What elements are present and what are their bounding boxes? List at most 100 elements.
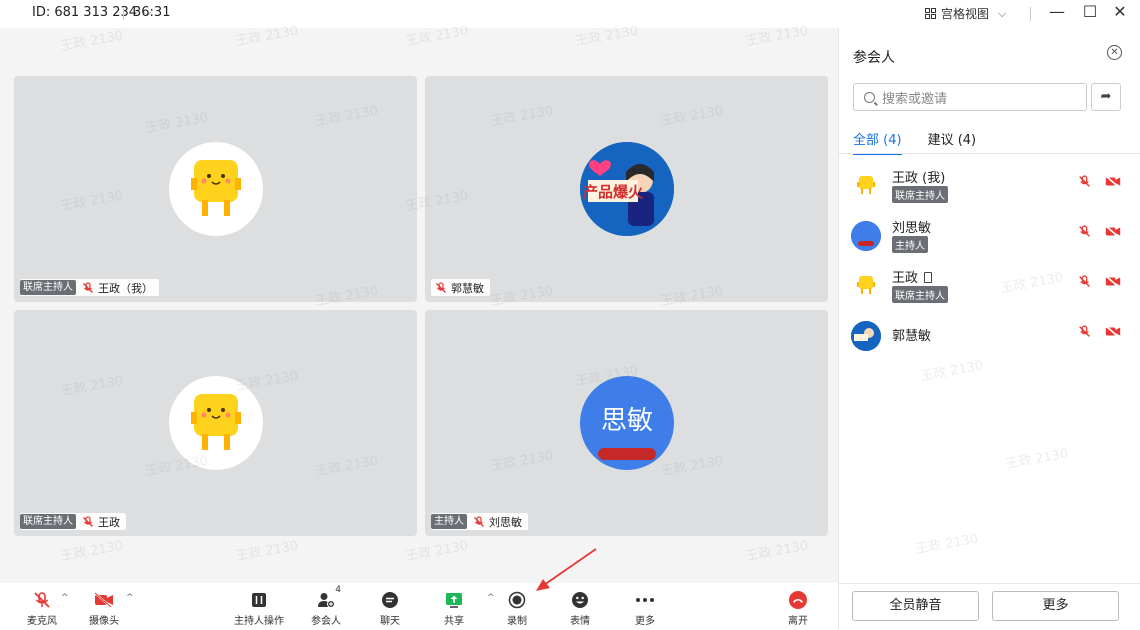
camera-label: 摄像头: [89, 616, 119, 627]
camera-button[interactable]: ^ 摄像头: [76, 589, 134, 627]
title-bar: ID: 681 313 234 ⌵ 36:31 宫格视图 ⌵ — ☐ ✕: [0, 0, 1140, 28]
tile-label: 主持人 刘思敏: [431, 513, 528, 530]
mic-off-icon: [436, 281, 446, 293]
search-placeholder: 搜索或邀请: [882, 91, 948, 107]
role-tag: 主持人: [892, 236, 928, 253]
participants-panel: 参会人 ✕ 搜索或邀请 ➦ 全部 (4) 建议 (4) 王政 (我) 联席主持人: [838, 28, 1140, 630]
divider: [123, 7, 124, 20]
avatar: [851, 221, 881, 251]
leave-icon: [789, 591, 807, 609]
divider: [839, 153, 1140, 154]
close-icon[interactable]: ✕: [1107, 45, 1122, 60]
more-label: 更多: [635, 616, 655, 627]
mic-off-icon[interactable]: [1078, 225, 1091, 238]
participant-row[interactable]: 郭慧敏: [851, 315, 1131, 357]
tab-all[interactable]: 全部 (4): [853, 129, 902, 155]
leave-button[interactable]: 离开: [770, 589, 826, 627]
avatar: [169, 376, 263, 470]
participant-name: 郭慧敏: [451, 281, 484, 295]
video-tile[interactable]: 思敏 主持人 刘思敏: [425, 310, 828, 536]
video-grid: 联席主持人 王政（我） 产品爆火 郭慧敏 联席主持人 王政 思敏 主持人 刘思敏: [0, 28, 838, 583]
divider: [1030, 7, 1031, 21]
participant-name: 刘思敏: [489, 515, 522, 529]
avatar: [851, 271, 881, 301]
panel-tabs: 全部 (4) 建议 (4): [853, 129, 976, 155]
minimize-icon[interactable]: —: [1047, 2, 1067, 21]
share-button[interactable]: ^ 共享: [426, 589, 495, 627]
role-tag: 联席主持人: [20, 280, 76, 295]
chevron-up-icon[interactable]: ^: [126, 593, 134, 603]
participant-name: 王政: [892, 267, 933, 286]
record-icon: [508, 591, 526, 609]
host-ops-button[interactable]: 主持人操作: [231, 589, 287, 627]
participant-row[interactable]: 刘思敏 主持人: [851, 215, 1131, 257]
host-ops-icon: [252, 593, 266, 607]
mic-label: 麦克风: [27, 616, 57, 627]
share-icon: [446, 593, 462, 608]
mute-all-button[interactable]: 全员静音: [852, 591, 979, 621]
leave-label: 离开: [788, 616, 808, 627]
view-switch[interactable]: 宫格视图 ⌵: [925, 5, 1006, 22]
mobile-device-icon: [924, 272, 933, 283]
participant-name: 王政: [98, 515, 120, 529]
avatar: 思敏: [580, 376, 674, 470]
tile-label: 郭慧敏: [431, 279, 490, 296]
video-tile[interactable]: 产品爆火 郭慧敏: [425, 76, 828, 302]
camera-off-icon: [94, 592, 113, 608]
role-tag: 联席主持人: [892, 286, 948, 303]
search-icon: [864, 91, 875, 103]
svg-text:产品爆火: 产品爆火: [583, 183, 644, 201]
avatar-initials: 思敏: [600, 405, 653, 436]
search-input[interactable]: 搜索或邀请: [853, 83, 1087, 111]
mic-off-icon: [34, 592, 50, 608]
participants-icon: [318, 593, 335, 608]
role-tag: 联席主持人: [20, 514, 76, 529]
mic-off-icon[interactable]: [1078, 275, 1091, 288]
participant-row[interactable]: 王政 (我) 联席主持人: [851, 165, 1131, 207]
mic-off-icon[interactable]: [1078, 325, 1091, 338]
chat-label: 聊天: [380, 616, 400, 627]
video-tile[interactable]: 联席主持人 王政: [14, 310, 417, 536]
meeting-timer: 36:31: [133, 5, 171, 20]
role-tag: 主持人: [431, 514, 467, 529]
panel-footer: 全员静音 更多: [839, 583, 1140, 630]
chat-button[interactable]: 聊天: [362, 589, 418, 627]
participant-name-text: 王政: [892, 271, 919, 286]
camera-off-icon[interactable]: [1105, 275, 1121, 288]
mic-off-icon: [83, 515, 93, 527]
tab-suggest[interactable]: 建议 (4): [928, 129, 977, 155]
mic-off-icon: [474, 515, 484, 527]
participant-name: 王政 (我): [892, 171, 946, 186]
avatar: 产品爆火: [580, 142, 674, 236]
participants-button[interactable]: 4 参会人: [298, 585, 354, 627]
panel-more-button[interactable]: 更多: [992, 591, 1119, 621]
host-ops-label: 主持人操作: [234, 616, 284, 627]
video-tile[interactable]: 联席主持人 王政（我）: [14, 76, 417, 302]
chevron-up-icon[interactable]: ^: [61, 593, 69, 603]
annotation-arrow: [536, 548, 597, 591]
participant-name: 郭慧敏: [892, 329, 932, 344]
participant-row[interactable]: 王政 联席主持人: [851, 265, 1131, 307]
participants-label: 参会人: [311, 616, 341, 627]
tile-label: 联席主持人 王政: [20, 513, 126, 530]
avatar: [851, 321, 881, 351]
close-icon[interactable]: ✕: [1110, 2, 1130, 21]
avatar: [169, 142, 263, 236]
participant-name: 王政（我）: [98, 281, 153, 295]
view-switch-label: 宫格视图: [941, 7, 990, 21]
mic-off-icon[interactable]: [1078, 175, 1091, 188]
camera-off-icon[interactable]: [1105, 175, 1121, 188]
share-link-icon[interactable]: ➦: [1091, 83, 1121, 111]
role-tag: 联席主持人: [892, 186, 948, 203]
meeting-id-text: ID: 681 313 234: [32, 5, 138, 20]
mic-button[interactable]: ^ 麦克风: [14, 589, 70, 627]
participant-name: 刘思敏: [892, 221, 932, 236]
grid-view-icon: [925, 8, 936, 19]
more-button[interactable]: 更多: [617, 589, 673, 627]
more-icon: [636, 598, 654, 602]
record-label: 录制: [507, 616, 527, 627]
chat-icon: [382, 592, 398, 608]
camera-off-icon[interactable]: [1105, 225, 1121, 238]
maximize-icon[interactable]: ☐: [1080, 2, 1100, 21]
camera-off-icon[interactable]: [1105, 325, 1121, 338]
